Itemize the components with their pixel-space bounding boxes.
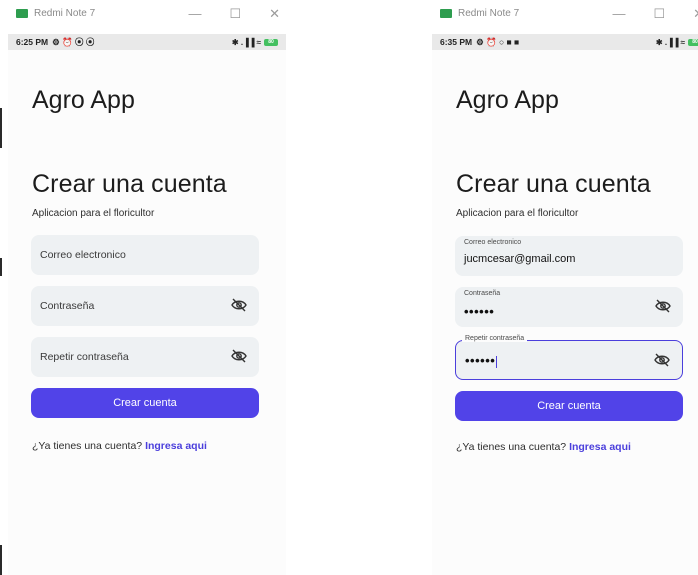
- battery-icon: 80: [264, 38, 278, 46]
- login-prompt-text: ¿Ya tienes una cuenta?: [456, 441, 567, 453]
- phone-status-bar: 6:35 PM ⚙ ⏰ ○ ■ ■ ✱ .▐▐ ≈ 80: [432, 34, 698, 50]
- eye-off-icon[interactable]: [231, 298, 247, 312]
- maximize-icon[interactable]: ☐: [229, 6, 241, 22]
- repeat-password-value: ••••••: [465, 353, 496, 368]
- page-heading: Crear una cuenta: [32, 170, 227, 198]
- window-controls: — ☐ ✕: [612, 6, 698, 22]
- app-screen: Agro App Crear una cuenta Aplicacion par…: [432, 50, 698, 575]
- window-title: Redmi Note 7: [458, 7, 520, 19]
- email-label: Correo electronico: [464, 239, 522, 246]
- text-caret: [496, 355, 498, 368]
- page-subtitle: Aplicacion para el floricultor: [32, 208, 155, 219]
- password-field[interactable]: Contraseña ••••••: [455, 287, 683, 327]
- password-field[interactable]: Contraseña: [31, 286, 259, 326]
- page-subtitle: Aplicacion para el floricultor: [456, 208, 579, 219]
- battery-icon: 80: [688, 38, 698, 46]
- page-heading: Crear una cuenta: [456, 170, 651, 198]
- email-value: jucmcesar@gmail.com: [464, 253, 576, 265]
- app-title: Agro App: [456, 86, 559, 114]
- window-controls: — ☐ ✕: [188, 6, 280, 22]
- status-time: 6:35 PM: [440, 37, 473, 47]
- status-right-icons: ✱ .▐▐ ≈ 80: [656, 38, 698, 47]
- left-edge-divider: [0, 545, 2, 575]
- password-placeholder: Contraseña: [40, 300, 95, 312]
- eye-off-icon[interactable]: [655, 299, 671, 313]
- status-right-icons: ✱ .▐▐ ≈ 80: [232, 38, 278, 47]
- eye-off-icon[interactable]: [654, 353, 670, 367]
- app-screen: Agro App Crear una cuenta Aplicacion par…: [8, 50, 286, 575]
- emulator-app-icon: [16, 8, 28, 18]
- create-account-button[interactable]: Crear cuenta: [31, 388, 259, 418]
- repeat-password-field[interactable]: Repetir contraseña ••••••: [455, 335, 683, 380]
- minimize-icon[interactable]: —: [188, 6, 201, 22]
- login-prompt: ¿Ya tienes una cuenta? Ingresa aqui: [456, 441, 631, 453]
- left-edge-divider: [0, 108, 2, 148]
- create-account-button[interactable]: Crear cuenta: [455, 391, 683, 421]
- repeat-password-input: ••••••: [465, 353, 498, 368]
- login-link[interactable]: Ingresa aqui: [145, 440, 207, 452]
- repeat-password-label: Repetir contraseña: [462, 335, 528, 342]
- minimize-icon[interactable]: —: [612, 6, 625, 22]
- login-link[interactable]: Ingresa aqui: [569, 441, 631, 453]
- left-edge-divider: [0, 258, 2, 276]
- status-notification-icons: ⚙ ⏰ ○ ■ ■: [476, 36, 520, 47]
- status-notification-icons: ⚙ ⏰ ⦿ ⦿: [52, 37, 95, 47]
- password-value: ••••••: [464, 304, 495, 319]
- phone-status-bar: 6:25 PM ⚙ ⏰ ⦿ ⦿ ✱ .▐▐ ≈ 80: [8, 34, 286, 50]
- repeat-password-field[interactable]: Repetir contraseña: [31, 337, 259, 377]
- email-field[interactable]: Correo electronico jucmcesar@gmail.com: [455, 236, 683, 276]
- emulator-window-right: Redmi Note 7 — ☐ ✕ 6:35 PM ⚙ ⏰ ○ ■ ■ ✱ .…: [432, 0, 698, 575]
- maximize-icon[interactable]: ☐: [653, 6, 665, 22]
- signal-wifi-icons: ✱ .▐▐ ≈: [231, 37, 261, 47]
- password-label: Contraseña: [464, 290, 501, 297]
- close-icon[interactable]: ✕: [693, 6, 698, 22]
- emulator-window-left: Redmi Note 7 — ☐ ✕ 6:25 PM ⚙ ⏰ ⦿ ⦿ ✱ .▐▐…: [8, 0, 286, 575]
- status-time: 6:25 PM: [16, 37, 49, 47]
- window-titlebar: Redmi Note 7 — ☐ ✕: [432, 0, 698, 34]
- window-titlebar: Redmi Note 7 — ☐ ✕: [8, 0, 286, 34]
- window-title: Redmi Note 7: [34, 7, 96, 19]
- signal-wifi-icons: ✱ .▐▐ ≈: [655, 37, 685, 47]
- repeat-password-placeholder: Repetir contraseña: [40, 351, 129, 363]
- login-prompt: ¿Ya tienes una cuenta? Ingresa aqui: [32, 440, 207, 452]
- eye-off-icon[interactable]: [231, 349, 247, 363]
- app-title: Agro App: [32, 86, 135, 114]
- close-icon[interactable]: ✕: [269, 6, 280, 22]
- screenshot-stage: Redmi Note 7 — ☐ ✕ 6:25 PM ⚙ ⏰ ⦿ ⦿ ✱ .▐▐…: [0, 0, 698, 575]
- login-prompt-text: ¿Ya tienes una cuenta?: [32, 440, 143, 452]
- emulator-app-icon: [440, 8, 452, 18]
- email-field[interactable]: Correo electronico: [31, 235, 259, 275]
- email-placeholder: Correo electronico: [40, 249, 126, 261]
